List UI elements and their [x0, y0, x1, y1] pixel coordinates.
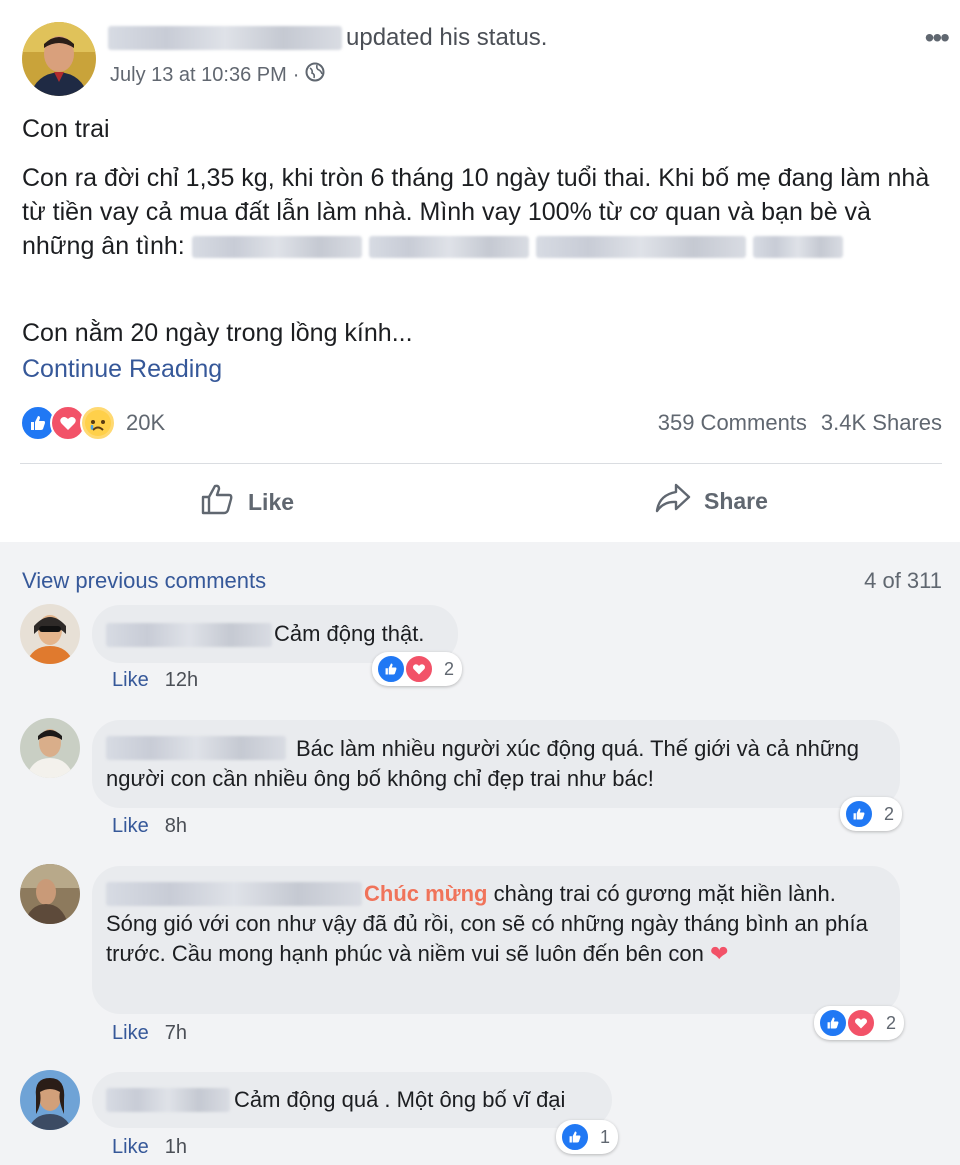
thumb-outline-icon [200, 482, 236, 522]
comment-time[interactable]: 7h [165, 1022, 187, 1045]
comment-text: Cảm động thật. [274, 621, 425, 646]
blurred-names [191, 236, 362, 259]
sad-icon [80, 405, 116, 441]
heart-emoji: ❤ [709, 941, 729, 966]
post-timestamp[interactable]: July 13 at 10:36 PM [110, 64, 287, 87]
post-paragraph-2: Con nằm 20 ngày trong lồng kính... [22, 319, 413, 347]
commenter-avatar[interactable] [20, 1070, 80, 1130]
blurred-names-2 [368, 236, 529, 259]
comment-reaction-count: 2 [886, 1012, 897, 1033]
poster-avatar[interactable] [22, 22, 96, 96]
love-icon [846, 1008, 876, 1038]
comment-like-link[interactable]: Like [112, 815, 149, 838]
more-options-button[interactable]: ••• [925, 22, 950, 54]
like-button[interactable]: Like [200, 482, 294, 522]
comment-bubble: Chúc mừng chàng trai có gương mặt hiền l… [92, 866, 900, 1014]
divider [20, 463, 942, 464]
comment-actions: Like 7h [112, 1022, 187, 1045]
comment-reaction-count: 1 [600, 1126, 611, 1147]
comment-reaction-count: 2 [444, 658, 455, 679]
comment-text: Bác làm nhiều người xúc động quá. Thế gi… [106, 736, 860, 791]
comment-like-link[interactable]: Like [112, 1136, 149, 1159]
love-icon [404, 654, 434, 684]
commenter-name-blurred[interactable] [106, 1088, 230, 1112]
comment-highlight: Chúc mừng [364, 881, 488, 906]
share-arrow-icon [654, 482, 692, 520]
reaction-count: 20K [126, 410, 166, 435]
comment-text: chàng trai có gương mặt hiền lành. Sóng … [106, 881, 868, 966]
poster-line: updated his status. [108, 24, 547, 52]
comment-actions: Like 1h [112, 1136, 187, 1159]
post-title: Con trai [22, 115, 110, 143]
post-meta: July 13 at 10:36 PM · [110, 62, 325, 88]
share-button-label: Share [704, 487, 768, 514]
meta-separator: · [292, 63, 300, 86]
poster-name-blurred[interactable] [108, 26, 342, 50]
commenter-avatar[interactable] [20, 718, 80, 778]
blurred-names-3 [535, 236, 746, 259]
shares-count[interactable]: 3.4K Shares [821, 410, 942, 436]
comment-reactions-badge[interactable]: 1 [556, 1120, 619, 1154]
commenter-avatar[interactable] [20, 604, 80, 664]
comments-pager: 4 of 311 [864, 568, 942, 593]
comment-reactions-badge[interactable]: 2 [372, 652, 463, 686]
comment-bubble: Cảm động quá . Một ông bố vĩ đại [92, 1072, 612, 1128]
commenter-name-blurred[interactable] [106, 623, 272, 647]
share-button[interactable]: Share [654, 482, 768, 520]
comments-count[interactable]: 359 Comments [658, 410, 807, 436]
globe-icon [305, 62, 325, 88]
comment-reactions-badge[interactable]: 2 [814, 1006, 905, 1040]
comment-text: Cảm động quá . Một ông bố vĩ đại [234, 1087, 566, 1112]
like-button-label: Like [248, 488, 295, 515]
comment-reaction-count: 2 [884, 803, 895, 824]
comment-text-block: Chúc mừng chàng trai có gương mặt hiền l… [106, 879, 886, 969]
status-action-text: updated his status. [346, 24, 548, 51]
like-icon [376, 654, 406, 684]
like-icon [818, 1008, 848, 1038]
view-previous-comments-link[interactable]: View previous comments [22, 568, 266, 594]
comment-like-link[interactable]: Like [112, 669, 149, 692]
like-icon [560, 1122, 590, 1152]
comment-bubble: Bác làm nhiều người xúc động quá. Thế gi… [92, 720, 900, 808]
comment-time[interactable]: 12h [165, 669, 198, 692]
post-paragraph-1: Con ra đời chỉ 1,35 kg, khi tròn 6 tháng… [22, 161, 947, 263]
comment-time[interactable]: 8h [165, 815, 187, 838]
like-icon [844, 799, 874, 829]
reaction-summary[interactable]: 20K [20, 405, 165, 441]
comment-time[interactable]: 1h [165, 1136, 187, 1159]
comment-actions: Like 12h [112, 669, 198, 692]
comment-reactions-badge[interactable]: 2 [840, 797, 903, 831]
blurred-names-4 [752, 236, 843, 259]
engagement-counts: 359 Comments 3.4K Shares [658, 410, 942, 436]
commenter-avatar[interactable] [20, 864, 80, 924]
comment-actions: Like 8h [112, 815, 187, 838]
continue-reading-link[interactable]: Continue Reading [22, 352, 222, 386]
comment-like-link[interactable]: Like [112, 1022, 149, 1045]
